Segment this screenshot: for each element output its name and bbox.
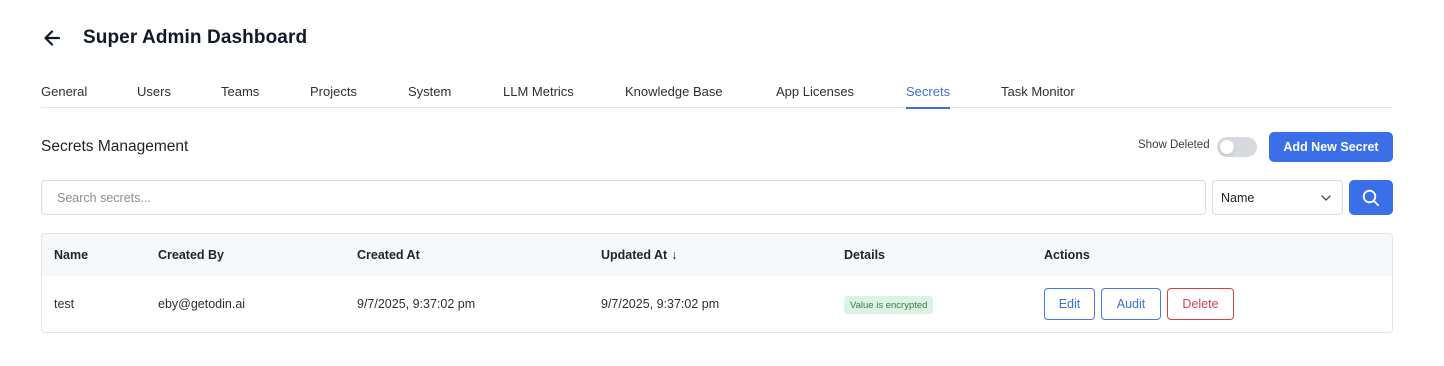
toggle-knob — [1220, 140, 1234, 154]
add-new-secret-button[interactable]: Add New Secret — [1269, 132, 1393, 162]
column-header-name[interactable]: Name — [54, 248, 88, 262]
search-icon — [1362, 189, 1380, 206]
arrow-left-icon — [44, 30, 61, 46]
column-header-actions: Actions — [1044, 248, 1090, 262]
tab-llm-metrics[interactable]: LLM Metrics — [503, 84, 574, 108]
tab-system[interactable]: System — [408, 84, 451, 108]
audit-button[interactable]: Audit — [1101, 288, 1161, 320]
tab-users[interactable]: Users — [137, 84, 171, 108]
encrypted-badge: Value is encrypted — [844, 296, 934, 314]
table-header: Name Created By Created At Updated At ↓ … — [42, 234, 1392, 276]
search-input[interactable] — [41, 180, 1206, 215]
tab-general[interactable]: General — [41, 84, 87, 108]
column-header-created-at[interactable]: Created At — [357, 248, 420, 262]
cell-created-by: eby@getodin.ai — [158, 297, 246, 311]
tab-teams[interactable]: Teams — [221, 84, 259, 108]
column-header-updated-at-wrap[interactable]: Updated At ↓ — [601, 248, 677, 262]
chevron-down-icon — [1321, 195, 1331, 201]
edit-button[interactable]: Edit — [1044, 288, 1095, 320]
column-header-updated-at: Updated At — [601, 248, 668, 262]
delete-button[interactable]: Delete — [1167, 288, 1234, 320]
tab-knowledge-base[interactable]: Knowledge Base — [625, 84, 723, 108]
secrets-table: Name Created By Created At Updated At ↓ … — [41, 233, 1393, 333]
back-button[interactable] — [40, 26, 64, 50]
cell-name: test — [54, 297, 75, 311]
cell-updated-at: 9/7/2025, 9:37:02 pm — [601, 297, 720, 311]
column-header-details: Details — [844, 248, 885, 262]
table-row: test eby@getodin.ai 9/7/2025, 9:37:02 pm… — [42, 276, 1392, 332]
page-header: Super Admin Dashboard — [40, 24, 307, 52]
tab-projects[interactable]: Projects — [310, 84, 357, 108]
show-deleted-label: Show Deleted — [1138, 139, 1210, 151]
search-field-select[interactable]: Name — [1212, 180, 1343, 215]
sort-descending-icon: ↓ — [671, 248, 678, 262]
section-title: Secrets Management — [41, 138, 189, 155]
column-header-created-by[interactable]: Created By — [158, 248, 224, 262]
tab-secrets[interactable]: Secrets — [906, 84, 951, 109]
cell-created-at: 9/7/2025, 9:37:02 pm — [357, 297, 476, 311]
tab-app-licenses[interactable]: App Licenses — [776, 84, 854, 108]
page-title: Super Admin Dashboard — [83, 27, 308, 48]
tab-bar: General Users Teams Projects System LLM … — [41, 82, 1393, 109]
search-field-select-value: Name — [1221, 190, 1255, 205]
show-deleted-toggle[interactable] — [1217, 137, 1257, 157]
tab-task-monitor[interactable]: Task Monitor — [1001, 84, 1075, 108]
search-button[interactable] — [1349, 180, 1393, 215]
